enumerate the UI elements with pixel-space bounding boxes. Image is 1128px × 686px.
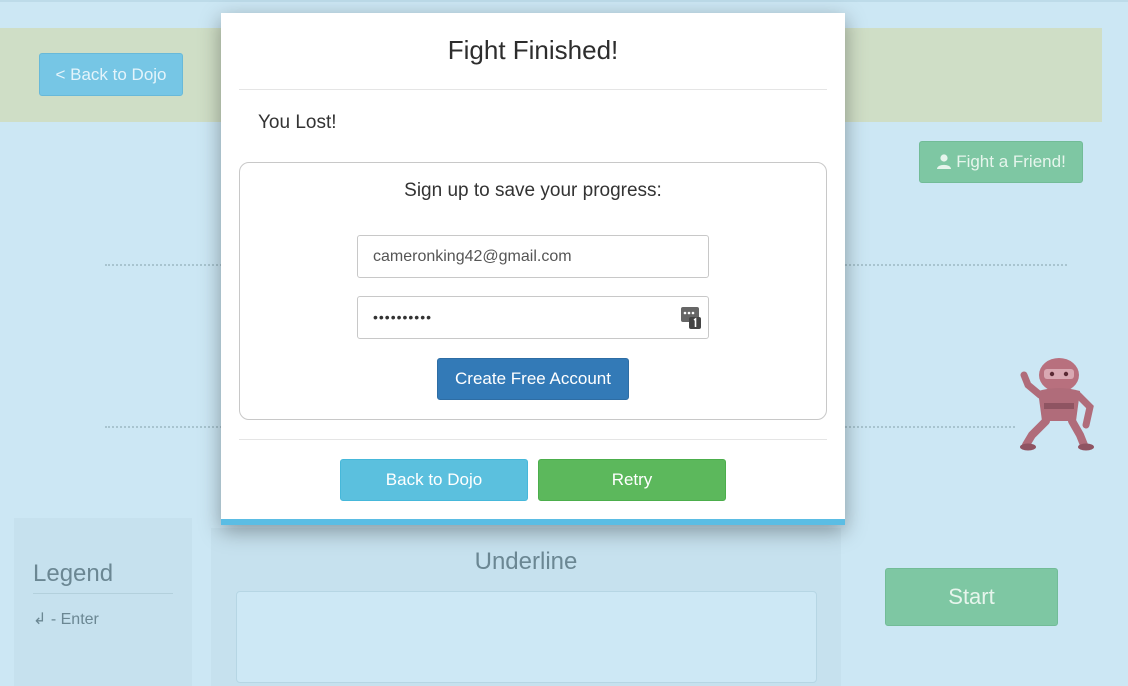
legend-panel: Legend ↲ - Enter: [14, 518, 192, 686]
password-manager-icon[interactable]: [681, 307, 701, 329]
ninja-opponent-icon: [1020, 358, 1094, 451]
exercise-title: Underline: [474, 548, 578, 575]
password-mask: ••••••••••: [373, 309, 433, 325]
email-field[interactable]: cameronking42@gmail.com: [357, 235, 709, 278]
track-divider: [845, 426, 1015, 428]
track-divider: [845, 264, 1067, 266]
fight-finished-modal: Fight Finished! You Lost! Sign up to sav…: [221, 13, 845, 525]
fight-result-text: You Lost!: [258, 112, 337, 133]
top-border-line: [0, 0, 1128, 2]
modal-divider: [239, 439, 827, 440]
signup-prompt: Sign up to save your progress:: [404, 180, 662, 201]
back-to-dojo-button[interactable]: Back to Dojo: [340, 459, 528, 501]
exercise-text-area[interactable]: [236, 591, 817, 683]
modal-title: Fight Finished!: [447, 35, 619, 65]
start-button[interactable]: Start: [885, 568, 1058, 626]
signup-panel: Sign up to save your progress: cameronki…: [239, 162, 827, 420]
track-divider: [105, 426, 222, 428]
create-free-account-button[interactable]: Create Free Account: [437, 358, 629, 400]
fight-a-friend-button[interactable]: Fight a Friend!: [919, 141, 1083, 183]
fight-a-friend-label: Fight a Friend!: [956, 152, 1066, 171]
exercise-panel: Underline: [211, 528, 841, 686]
modal-divider: [239, 89, 827, 90]
track-divider: [105, 264, 222, 266]
back-to-dojo-top-button[interactable]: < Back to Dojo: [39, 53, 183, 96]
legend-item-enter: ↲ - Enter: [33, 611, 99, 628]
retry-button[interactable]: Retry: [538, 459, 726, 501]
password-field[interactable]: ••••••••••: [357, 296, 709, 339]
legend-title: Legend: [33, 560, 173, 594]
user-icon: [936, 143, 952, 183]
